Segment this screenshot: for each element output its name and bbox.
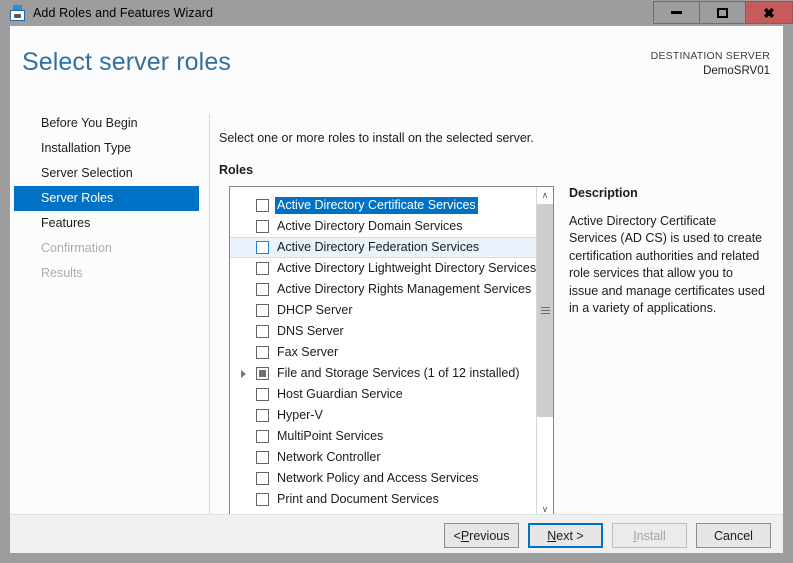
minimize-icon [671,11,682,14]
wizard-toolbox-icon [9,5,26,22]
destination-server-block: DESTINATION SERVER DemoSRV01 [651,49,770,79]
role-label: Hyper-V [277,408,323,423]
maximize-button[interactable] [699,1,745,24]
minimize-button[interactable] [653,1,699,24]
role-checkbox[interactable] [256,472,269,485]
scrollbar-track[interactable] [537,204,553,501]
sidebar-item-results: Results [10,261,200,286]
role-label: Print and Document Services [277,492,439,507]
role-row[interactable]: Active Directory Lightweight Directory S… [230,258,536,279]
previous-button[interactable]: < Previous [444,523,519,548]
close-icon: ✖ [763,6,775,20]
role-checkbox[interactable] [256,304,269,317]
install-button: Install [612,523,687,548]
wizard-window: Select server roles DESTINATION SERVER D… [10,26,783,553]
maximize-icon [717,8,728,18]
role-row[interactable]: Fax Server [230,342,536,363]
role-row[interactable]: Network Controller [230,447,536,468]
role-label: Active Directory Domain Services [277,219,462,234]
role-label: Fax Server [277,345,338,360]
sidebar-item-server-selection[interactable]: Server Selection [10,161,200,186]
role-label: Active Directory Lightweight Directory S… [277,261,536,276]
role-row[interactable]: File and Storage Services (1 of 12 insta… [230,363,536,384]
role-label: DHCP Server [277,303,352,318]
role-row[interactable]: Active Directory Domain Services [230,216,536,237]
roles-scrollbar[interactable]: ∧ ∨ [536,187,553,518]
roles-list: Active Directory Certificate Services Ac… [230,187,536,510]
role-checkbox[interactable] [256,451,269,464]
role-label: Network Policy and Access Services [277,471,478,486]
role-label: Active Directory Rights Management Servi… [277,282,531,297]
next-button[interactable]: Next > [528,523,603,548]
roles-listbox[interactable]: Active Directory Certificate Services Ac… [229,186,554,519]
role-row[interactable]: Print and Document Services [230,489,536,510]
role-row[interactable]: Hyper-V [230,405,536,426]
role-row[interactable]: DHCP Server [230,300,536,321]
window-title: Add Roles and Features Wizard [33,6,213,20]
cancel-button[interactable]: Cancel [696,523,771,548]
role-label: File and Storage Services (1 of 12 insta… [277,366,520,381]
role-row[interactable]: Active Directory Certificate Services [230,195,536,216]
scrollbar-thumb[interactable] [537,204,553,417]
role-label: DNS Server [277,324,344,339]
description-panel: Description Active Directory Certificate… [569,186,769,317]
sidebar-item-before-you-begin[interactable]: Before You Begin [10,111,200,136]
role-checkbox[interactable] [256,325,269,338]
destination-server-label: DESTINATION SERVER [651,49,770,64]
role-checkbox[interactable] [256,493,269,506]
instruction-text: Select one or more roles to install on t… [219,131,534,145]
role-checkbox[interactable] [256,199,269,212]
title-bar[interactable]: Add Roles and Features Wizard ✖ [0,0,793,26]
role-label: Network Controller [277,450,381,465]
sidebar-divider [209,114,210,514]
role-label: Active Directory Certificate Services [275,197,478,214]
role-checkbox[interactable] [256,409,269,422]
scroll-up-icon[interactable]: ∧ [537,187,553,204]
role-label: MultiPoint Services [277,429,383,444]
role-row[interactable]: Active Directory Federation Services [230,237,536,258]
role-row[interactable]: MultiPoint Services [230,426,536,447]
role-row[interactable]: Host Guardian Service [230,384,536,405]
role-checkbox[interactable] [256,430,269,443]
sidebar-item-features[interactable]: Features [10,211,200,236]
role-row[interactable]: Network Policy and Access Services [230,468,536,489]
page-title: Select server roles [22,48,231,77]
wizard-steps-sidebar: Before You Begin Installation Type Serve… [10,111,200,286]
description-title: Description [569,186,769,200]
role-checkbox[interactable] [256,283,269,296]
role-row[interactable]: Active Directory Rights Management Servi… [230,279,536,300]
sidebar-item-server-roles[interactable]: Server Roles [14,186,199,211]
close-button[interactable]: ✖ [745,1,793,24]
role-label: Active Directory Federation Services [277,240,479,255]
roles-section-label: Roles [219,163,253,177]
role-checkbox[interactable] [256,346,269,359]
wizard-buttons: < Previous Next > Install Cancel [444,523,771,548]
role-label: Host Guardian Service [277,387,403,402]
role-checkbox[interactable] [256,220,269,233]
expander-icon[interactable] [235,370,251,378]
role-row[interactable]: DNS Server [230,321,536,342]
sidebar-item-confirmation: Confirmation [10,236,200,261]
role-checkbox[interactable] [256,367,269,380]
scrollbar-grip-icon [541,307,550,314]
sidebar-item-installation-type[interactable]: Installation Type [10,136,200,161]
description-body: Active Directory Certificate Services (A… [569,213,765,317]
role-checkbox[interactable] [256,241,269,254]
window-controls: ✖ [653,0,793,26]
destination-server-value: DemoSRV01 [651,64,770,79]
role-checkbox[interactable] [256,388,269,401]
footer-bar: < Previous Next > Install Cancel [10,514,783,553]
role-checkbox[interactable] [256,262,269,275]
